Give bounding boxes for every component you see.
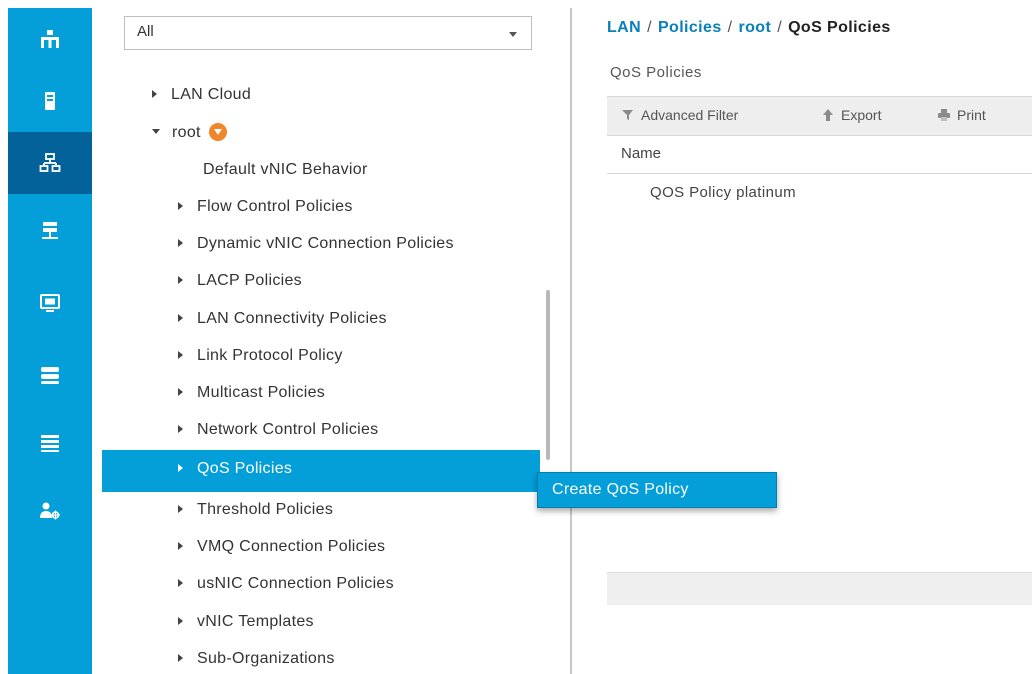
breadcrumb-separator: / [727,19,733,36]
tree-node-flow-control-policies[interactable]: Flow Control Policies [178,198,353,216]
rail-button-storage[interactable] [8,344,92,406]
expand-arrow-icon [178,313,183,322]
expand-arrow-icon [178,541,183,550]
filter-icon [622,110,633,120]
equipment-icon [41,30,59,48]
expand-arrow-icon [178,238,183,247]
rail-button-chassis[interactable] [8,412,92,474]
print-button[interactable]: Print [937,107,986,123]
tree-node-dynamic-vnic-connection-policies[interactable]: Dynamic vNIC Connection Policies [178,235,454,253]
breadcrumb-separator: / [647,19,652,36]
tree-node-label: Network Control Policies [197,421,379,438]
breadcrumb: LAN / Policies / root / QoS Policies [607,19,891,37]
table-footer [607,572,1032,605]
lan-icon [39,153,61,172]
chevron-down-icon [509,32,517,37]
breadcrumb-lan[interactable]: LAN [607,19,641,36]
vm-icon [40,294,60,312]
tree-node-vnic-templates[interactable]: vNIC Templates [178,613,314,631]
tree-node-label: Multicast Policies [197,384,326,401]
breadcrumb-policies[interactable]: Policies [658,19,722,36]
tree-node-label: Dynamic vNIC Connection Policies [197,235,454,252]
breadcrumb-root[interactable]: root [739,19,772,36]
tree-node-qos-policies[interactable]: QoS Policies [178,460,292,478]
advanced-filter-button[interactable]: Advanced Filter [621,107,738,123]
tree-node-network-control-policies[interactable]: Network Control Policies [178,421,378,439]
expand-arrow-icon [178,463,183,472]
breadcrumb-current: QoS Policies [788,19,891,36]
column-header-name[interactable]: Name [607,136,1032,174]
expand-arrow-icon [178,387,183,396]
rail-button-vm[interactable] [8,272,92,334]
expand-arrow-icon [178,424,183,433]
tree-node-label: Threshold Policies [197,501,334,518]
tree-node-label: LAN Cloud [171,86,252,103]
expand-arrow-icon [178,275,183,284]
tree-node-link-protocol-policy[interactable]: Link Protocol Policy [178,347,343,365]
advanced-filter-label: Advanced Filter [641,107,739,123]
tree-node-label: vNIC Templates [197,613,314,630]
tree-node-label: VMQ Connection Policies [197,538,386,555]
expand-arrow-icon [178,653,183,662]
tree-node-sub-organizations[interactable]: Sub-Organizations [178,650,335,668]
tree-node-label: QoS Policies [197,460,293,477]
expand-arrow-icon [178,201,183,210]
chassis-icon [41,435,59,452]
expand-arrow-icon [152,89,157,98]
tree-node-threshold-policies[interactable]: Threshold Policies [178,501,333,519]
rail-button-lan[interactable] [8,132,92,194]
print-icon [938,109,950,121]
tree-node-label: root [172,124,201,142]
tree-node-lacp-policies[interactable]: LACP Policies [178,272,302,290]
tree-node-label: LACP Policies [197,272,302,289]
collapse-arrow-icon [152,128,160,134]
expand-arrow-icon [178,616,183,625]
tree-scrollbar[interactable] [546,290,550,460]
filter-dropdown[interactable]: All [124,16,532,50]
context-menu-create-qos-policy[interactable]: Create QoS Policy [537,472,777,508]
tree-node-lan-connectivity-policies[interactable]: LAN Connectivity Policies [178,310,387,328]
tree-node-default-vnic-behavior[interactable]: Default vNIC Behavior [203,161,368,179]
tree-node-label: Link Protocol Policy [197,347,343,364]
tree-node-usnic-connection-policies[interactable]: usNIC Connection Policies [178,575,394,593]
tree-node-label: Flow Control Policies [197,198,353,215]
print-label: Print [957,107,986,123]
tree-node-label: LAN Connectivity Policies [197,310,387,327]
selected-row-highlight [102,450,540,492]
expand-arrow-icon [178,504,183,513]
rail-button-servers[interactable] [8,70,92,132]
rail-button-san[interactable] [8,200,92,262]
san-icon [42,222,58,239]
nav-icon-rail [8,8,92,674]
tree-node-root[interactable]: root [152,123,227,142]
tree-node-label: Sub-Organizations [197,650,335,667]
admin-icon [40,502,60,520]
tree-node-label: usNIC Connection Policies [197,575,394,592]
tree-node-label: Default vNIC Behavior [203,161,368,178]
breadcrumb-separator: / [777,19,783,36]
storage-icon [41,367,59,384]
table-toolbar: Advanced Filter Export Print [607,96,1032,136]
expand-arrow-icon [178,578,183,587]
section-title: QoS Policies [610,64,702,81]
context-menu-item-label: Create QoS Policy [552,481,689,498]
organization-icon [208,123,227,141]
servers-icon [45,92,55,110]
export-label: Export [841,107,882,123]
rail-button-admin[interactable] [8,480,92,542]
tree-node-multicast-policies[interactable]: Multicast Policies [178,384,325,402]
expand-arrow-icon [178,350,183,359]
filter-dropdown-value: All [137,23,154,40]
tree-node-vmq-connection-policies[interactable]: VMQ Connection Policies [178,538,385,556]
rail-button-equipment[interactable] [8,8,92,70]
export-button[interactable]: Export [821,107,881,123]
tree-node-lan-cloud[interactable]: LAN Cloud [152,86,251,104]
export-icon [823,109,833,121]
table-row[interactable]: QOS Policy platinum [650,184,796,201]
